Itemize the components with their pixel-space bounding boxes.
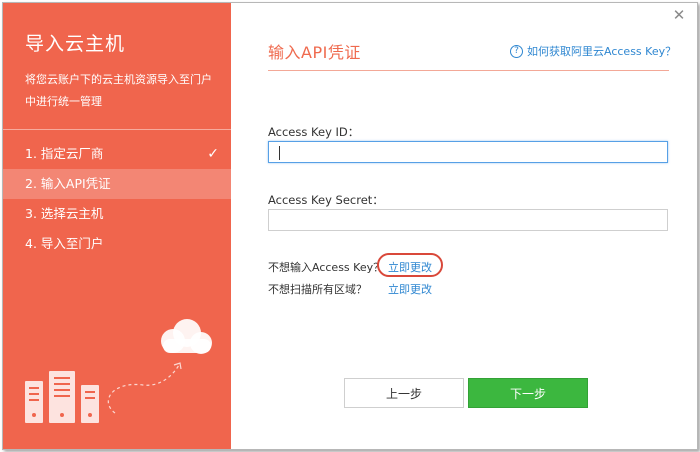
import-dialog: 导入云主机 将您云账户下的云主机资源导入至门户中进行统一管理 1. 指定云厂商 … <box>2 2 698 450</box>
check-icon: ✓ <box>207 146 219 162</box>
page-title: 输入API凭证 <box>268 43 361 62</box>
question-icon: ? <box>510 44 523 58</box>
text-cursor <box>279 146 280 160</box>
no-access-key-text: 不想输入Access Key？ <box>268 261 385 274</box>
highlight-annotation <box>377 253 443 277</box>
step-label: 2. 输入API凭证 <box>25 176 111 191</box>
step-label: 1. 指定云厂商 <box>25 146 104 161</box>
cloud-icon <box>161 319 212 354</box>
access-key-secret-input[interactable] <box>268 209 668 231</box>
previous-button[interactable]: 上一步 <box>344 378 464 408</box>
sidebar-divider <box>3 129 231 130</box>
step-select-hosts[interactable]: 3. 选择云主机 <box>3 199 231 229</box>
cloud-server-illustration <box>25 319 212 423</box>
access-key-id-label: Access Key ID： <box>268 125 360 139</box>
step-enter-api-credentials[interactable]: 2. 输入API凭证 <box>3 169 231 199</box>
step-import-to-portal[interactable]: 4. 导入至门户 <box>3 229 231 259</box>
step-specify-vendor[interactable]: 1. 指定云厂商 ✓ <box>3 139 231 169</box>
access-key-id-input[interactable] <box>268 141 668 163</box>
sidebar-title: 导入云主机 <box>25 33 126 55</box>
access-key-secret-label: Access Key Secret： <box>268 193 384 207</box>
title-divider <box>268 70 669 71</box>
step-label: 4. 导入至门户 <box>25 236 104 251</box>
help-link-label: 如何获取阿里云Access Key？ <box>527 45 677 58</box>
no-scan-regions-text: 不想扫描所有区域？ <box>268 283 367 296</box>
help-link[interactable]: ? 如何获取阿里云Access Key？ <box>510 43 676 59</box>
upload-arrow-icon <box>107 364 180 414</box>
close-icon[interactable]: ✕ <box>671 7 687 23</box>
step-list: 1. 指定云厂商 ✓ 2. 输入API凭证 3. 选择云主机 4. 导入至门户 <box>3 139 231 259</box>
step-label: 3. 选择云主机 <box>25 206 104 221</box>
next-button[interactable]: 下一步 <box>468 378 588 408</box>
sidebar: 导入云主机 将您云账户下的云主机资源导入至门户中进行统一管理 1. 指定云厂商 … <box>3 3 231 449</box>
change-scan-regions-link[interactable]: 立即更改 <box>388 281 432 297</box>
sidebar-description: 将您云账户下的云主机资源导入至门户中进行统一管理 <box>25 73 212 108</box>
